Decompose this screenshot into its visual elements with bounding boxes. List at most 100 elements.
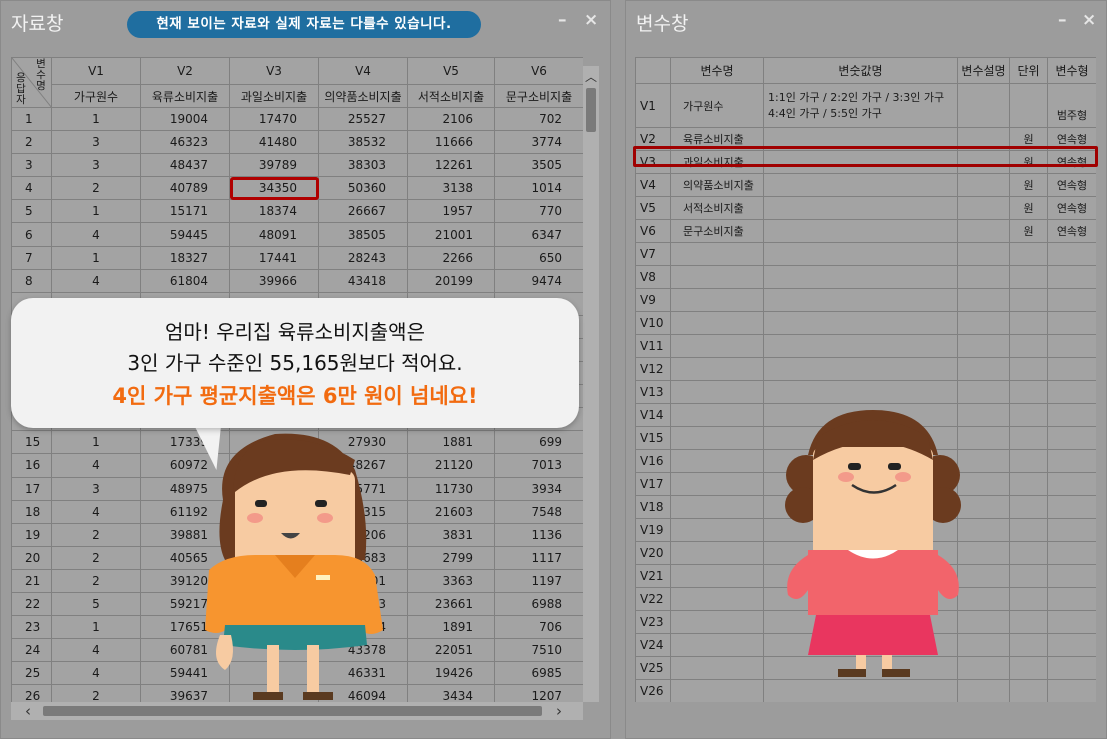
row-number-cell[interactable]: 25: [11, 661, 52, 686]
table-row[interactable]: 1 1 19004 17470 25527 2106 702: [11, 106, 583, 132]
row-number-cell[interactable]: 23: [11, 615, 52, 640]
var-id-cell[interactable]: V18: [635, 495, 671, 519]
table-cell[interactable]: 702: [494, 106, 583, 132]
var-unit-cell[interactable]: [1009, 610, 1048, 634]
var-id-cell[interactable]: V8: [635, 265, 671, 289]
table-cell[interactable]: 7013: [494, 453, 583, 478]
table-cell[interactable]: 4: [51, 268, 141, 293]
var-type-cell[interactable]: 연속형: [1047, 219, 1096, 243]
row-number-cell[interactable]: 4: [11, 176, 52, 201]
row-number-cell[interactable]: 5: [11, 199, 52, 224]
row-number-cell[interactable]: 22: [11, 591, 52, 617]
var-unit-cell[interactable]: [1009, 564, 1048, 588]
var-id-cell[interactable]: V23: [635, 610, 671, 634]
var-desc-cell[interactable]: [957, 357, 1010, 381]
var-unit-cell[interactable]: [1009, 426, 1048, 450]
var-unit-cell[interactable]: [1009, 83, 1048, 128]
table-cell[interactable]: 22051: [407, 638, 495, 663]
table-cell[interactable]: 38505: [318, 222, 408, 247]
variable-window-minimize-button[interactable]: –: [1058, 10, 1067, 30]
table-cell[interactable]: 2: [51, 545, 141, 570]
var-type-cell[interactable]: [1047, 633, 1096, 657]
table-cell[interactable]: 34350: [229, 176, 319, 201]
var-unit-cell[interactable]: [1009, 633, 1048, 657]
var-code-header[interactable]: V3: [229, 57, 319, 85]
table-cell[interactable]: 2799: [407, 545, 495, 570]
var-unit-cell[interactable]: [1009, 242, 1048, 266]
var-name-cell[interactable]: [670, 518, 764, 542]
var-unit-cell[interactable]: [1009, 495, 1048, 519]
table-cell[interactable]: 4: [51, 638, 141, 663]
var-values-cell[interactable]: [763, 357, 958, 381]
var-code-header[interactable]: V6: [494, 57, 583, 85]
var-name-cell[interactable]: [670, 380, 764, 404]
table-cell[interactable]: 18374: [229, 199, 319, 224]
table-cell[interactable]: 25527: [318, 106, 408, 132]
table-cell[interactable]: 48091: [229, 222, 319, 247]
table-row[interactable]: V7: [635, 242, 1096, 266]
var-name-cell[interactable]: 가구원수: [670, 83, 764, 128]
row-number-cell[interactable]: 26: [11, 684, 52, 702]
row-number-cell[interactable]: 18: [11, 499, 52, 524]
row-number-cell[interactable]: 6: [11, 222, 52, 247]
var-id-cell[interactable]: V19: [635, 518, 671, 542]
var-unit-cell[interactable]: [1009, 449, 1048, 473]
table-cell[interactable]: 2: [51, 176, 141, 201]
scroll-left-arrow-icon[interactable]: ‹: [25, 702, 31, 720]
var-values-cell[interactable]: [763, 334, 958, 358]
row-number-cell[interactable]: 2: [11, 130, 52, 155]
table-cell[interactable]: 3138: [407, 176, 495, 201]
table-cell[interactable]: 23661: [407, 591, 495, 617]
table-cell[interactable]: 21120: [407, 453, 495, 478]
vertical-scroll-thumb[interactable]: [586, 88, 596, 132]
table-cell[interactable]: 6988: [494, 591, 583, 617]
row-number-cell[interactable]: 24: [11, 638, 52, 663]
table-cell[interactable]: 3774: [494, 130, 583, 155]
table-cell[interactable]: 21603: [407, 499, 495, 524]
var-type-cell[interactable]: [1047, 311, 1096, 335]
var-unit-cell[interactable]: [1009, 334, 1048, 358]
var-values-cell[interactable]: [763, 380, 958, 404]
var-id-cell[interactable]: V1: [635, 83, 671, 128]
table-cell[interactable]: 2266: [407, 245, 495, 270]
var-type-cell[interactable]: [1047, 610, 1096, 634]
table-cell[interactable]: 59445: [140, 222, 230, 247]
var-unit-cell[interactable]: [1009, 518, 1048, 542]
var-name-cell[interactable]: 문구소비지출: [670, 219, 764, 243]
table-row[interactable]: V11: [635, 334, 1096, 358]
var-id-cell[interactable]: V4: [635, 173, 671, 197]
var-code-header[interactable]: V5: [407, 57, 495, 85]
table-cell[interactable]: 12261: [407, 153, 495, 178]
table-cell[interactable]: 1: [51, 430, 141, 455]
var-name-cell[interactable]: [670, 334, 764, 358]
var-unit-cell[interactable]: [1009, 380, 1048, 404]
var-name-cell[interactable]: [670, 426, 764, 450]
var-desc-cell[interactable]: [957, 242, 1010, 266]
row-number-cell[interactable]: 21: [11, 568, 52, 593]
table-cell[interactable]: 699: [494, 430, 583, 455]
table-cell[interactable]: 3363: [407, 568, 495, 593]
table-cell[interactable]: 2: [51, 568, 141, 593]
table-cell[interactable]: 43418: [318, 268, 408, 293]
var-desc-cell[interactable]: [957, 288, 1010, 312]
var-unit-cell[interactable]: [1009, 288, 1048, 312]
row-number-cell[interactable]: 17: [11, 476, 52, 501]
var-name-cell[interactable]: 의약품소비지출: [670, 173, 764, 197]
var-values-cell[interactable]: [763, 173, 958, 197]
var-id-cell[interactable]: V26: [635, 679, 671, 702]
table-cell[interactable]: 1: [51, 615, 141, 640]
table-cell[interactable]: 5: [51, 591, 141, 617]
table-cell[interactable]: 4: [51, 222, 141, 247]
table-cell[interactable]: 17470: [229, 106, 319, 132]
var-values-cell[interactable]: [763, 288, 958, 312]
table-cell[interactable]: 1197: [494, 568, 583, 593]
row-number-cell[interactable]: 16: [11, 453, 52, 478]
data-grid-vertical-scrollbar[interactable]: ︿: [583, 66, 599, 702]
var-type-cell[interactable]: [1047, 564, 1096, 588]
table-cell[interactable]: 706: [494, 615, 583, 640]
table-cell[interactable]: 19426: [407, 661, 495, 686]
var-type-cell[interactable]: [1047, 541, 1096, 565]
table-cell[interactable]: 21001: [407, 222, 495, 247]
table-cell[interactable]: 1891: [407, 615, 495, 640]
var-type-cell[interactable]: [1047, 334, 1096, 358]
